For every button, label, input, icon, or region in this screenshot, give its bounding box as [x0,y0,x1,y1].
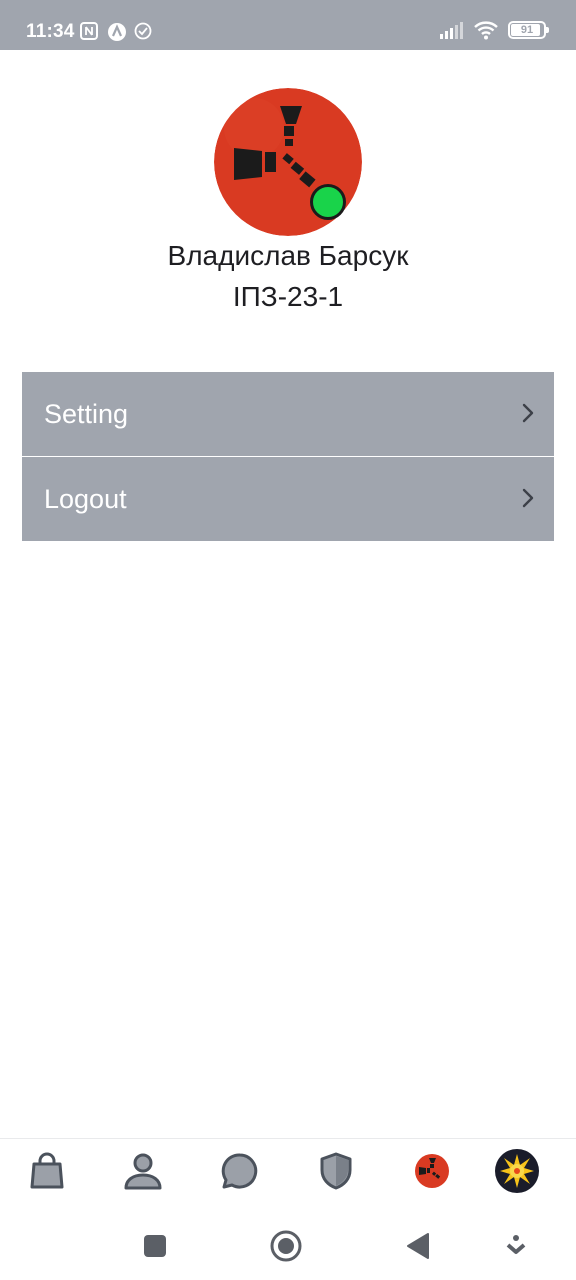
setting-label: Setting [44,398,129,429]
chevron-right-icon [522,488,534,508]
check-circle-icon [134,22,152,40]
app-a-icon [108,23,126,41]
triangle-back-icon [407,1233,429,1259]
chevron-down-dot-icon [506,1235,526,1254]
chevron-right-icon [522,403,534,423]
sun-icon [495,1149,539,1193]
system-navigation-bar [0,1210,576,1280]
battery-level: 91 [520,24,534,36]
tab-rust[interactable] [408,1147,456,1195]
logout-label: Logout [44,483,127,514]
tab-extra[interactable] [493,1147,541,1195]
recents-button[interactable] [137,1228,173,1264]
bottom-tab-bar [0,1138,576,1200]
chat-icon [221,1153,258,1189]
profile-name: Владислав Барсук [167,240,409,271]
settings-menu: Setting Logout [22,372,554,541]
battery-icon: 91 [508,21,549,39]
status-time: 11:34 [26,21,75,42]
circle-icon [270,1230,302,1262]
tab-security[interactable] [312,1147,360,1195]
back-button[interactable] [400,1228,436,1264]
online-status-dot [310,184,346,220]
person-icon [124,1153,162,1190]
shield-icon [320,1152,352,1190]
nfc-icon [80,22,98,40]
tab-shop[interactable] [23,1147,71,1195]
wifi-icon [474,21,498,40]
status-bar: 11:34 91 [0,0,576,50]
home-button[interactable] [268,1228,304,1264]
logout-menu-item[interactable]: Logout [22,457,554,541]
tab-chat[interactable] [216,1147,264,1195]
square-icon [144,1235,166,1257]
profile-group: ІПЗ-23-1 [232,281,344,312]
screen: 11:34 91 Владислав Барсук ІПЗ-23-1 Setti… [0,0,576,1280]
setting-menu-item[interactable]: Setting [22,372,554,456]
rust-logo-icon [415,1154,449,1188]
battery-nub [546,27,549,33]
assistant-button[interactable] [498,1228,534,1264]
signal-icon [440,22,463,39]
bag-icon [30,1152,64,1189]
tab-profile[interactable] [119,1147,167,1195]
avatar-wrap [214,88,362,236]
status-right: 91 [440,20,549,40]
